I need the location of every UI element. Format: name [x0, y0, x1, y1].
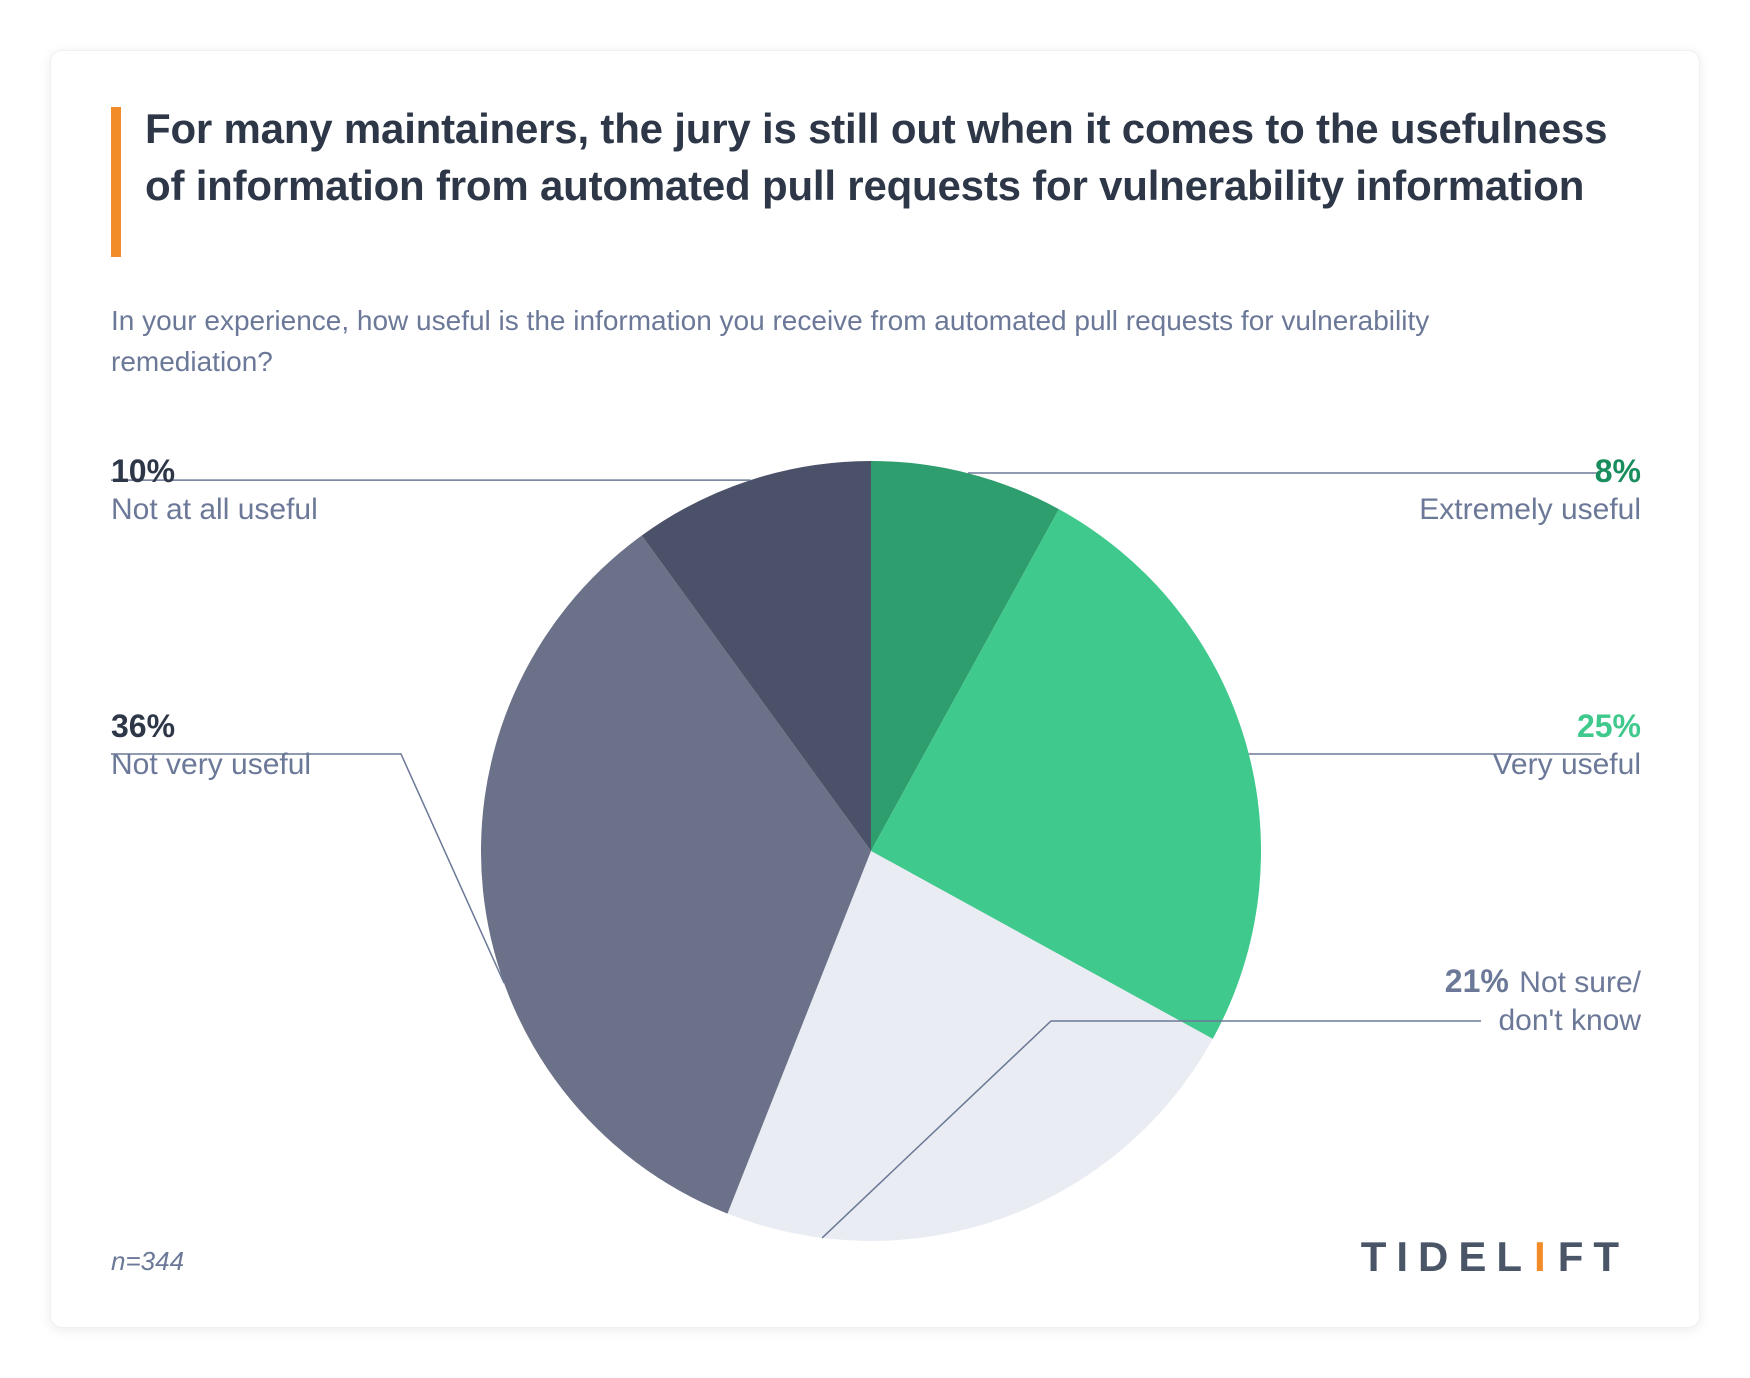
- desc-not-very-useful: Not very useful: [111, 748, 311, 781]
- desc-not-sure-l2: don't know: [1499, 1004, 1642, 1037]
- chart-area: 8% Extremely useful 25% Very useful 21% …: [51, 421, 1701, 1241]
- title-accent-bar: [111, 107, 121, 257]
- pct-not-very-useful: 36%: [111, 708, 175, 744]
- label-not-very-useful: 36% Not very useful: [111, 706, 311, 784]
- desc-not-sure-l1: Not sure/: [1519, 966, 1641, 999]
- chart-subtitle: In your experience, how useful is the in…: [111, 301, 1439, 382]
- logo-part-2: FT: [1558, 1233, 1629, 1281]
- label-not-at-all-useful: 10% Not at all useful: [111, 451, 318, 529]
- logo-accent-i: I: [1532, 1233, 1558, 1281]
- label-extremely-useful: 8% Extremely useful: [1419, 451, 1641, 529]
- leader-lines: [51, 421, 1701, 1241]
- chart-title: For many maintainers, the jury is still …: [145, 101, 1639, 214]
- label-not-sure: 21% Not sure/ don't know: [1445, 961, 1641, 1039]
- logo-part-1: TIDEL: [1361, 1233, 1532, 1281]
- pct-very-useful: 25%: [1577, 708, 1641, 744]
- desc-not-at-all-useful: Not at all useful: [111, 493, 318, 526]
- canvas: For many maintainers, the jury is still …: [0, 0, 1750, 1378]
- pct-extremely-useful: 8%: [1595, 453, 1641, 489]
- label-very-useful: 25% Very useful: [1493, 706, 1641, 784]
- desc-extremely-useful: Extremely useful: [1419, 493, 1641, 526]
- chart-card: For many maintainers, the jury is still …: [50, 50, 1700, 1328]
- pct-not-at-all-useful: 10%: [111, 453, 175, 489]
- tidelift-logo: TIDELIFT: [1361, 1233, 1629, 1281]
- title-block: For many maintainers, the jury is still …: [111, 101, 1639, 214]
- desc-very-useful: Very useful: [1493, 748, 1641, 781]
- pct-not-sure: 21%: [1445, 963, 1509, 999]
- sample-size-note: n=344: [111, 1246, 184, 1277]
